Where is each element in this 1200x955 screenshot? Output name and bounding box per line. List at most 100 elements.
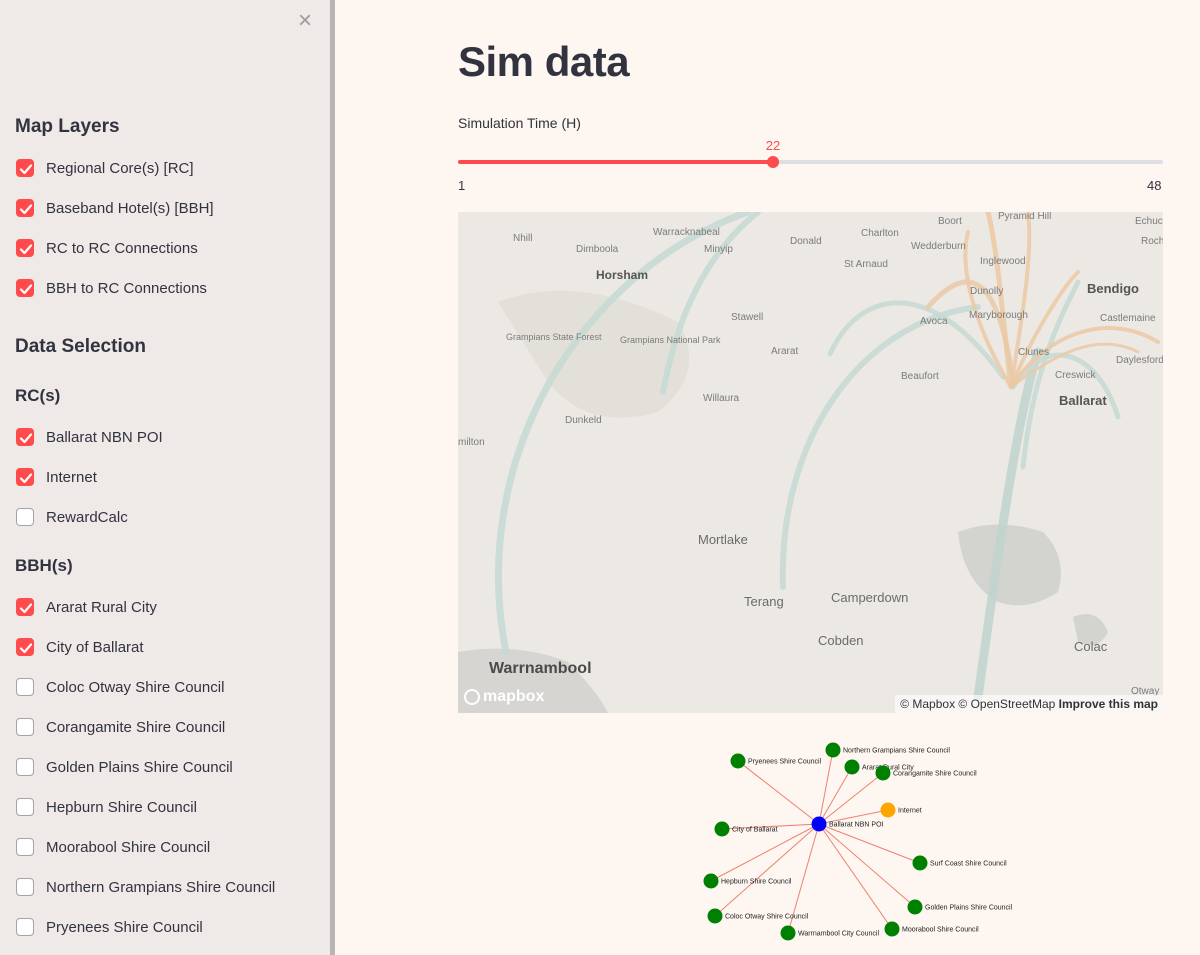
page-title: Sim data — [458, 38, 630, 85]
network-node[interactable] — [912, 855, 928, 871]
checkbox-unchecked-icon[interactable] — [16, 508, 34, 526]
town-label: Nhill — [513, 233, 532, 244]
slider-label: Simulation Time (H) — [458, 115, 581, 131]
town-label: Willaura — [703, 393, 740, 404]
checkbox-unchecked-icon[interactable] — [16, 878, 34, 896]
checkbox-label: Ararat Rural City — [46, 598, 157, 616]
checkbox-bbh-to-rc-connections[interactable]: BBH to RC Connections — [16, 276, 207, 300]
network-node[interactable] — [780, 925, 796, 941]
network-node-label: Pryenees Shire Council — [748, 759, 822, 766]
town-label: Wedderburn — [911, 241, 966, 252]
town-label: Colac — [1074, 639, 1108, 654]
improve-map-link[interactable]: Improve this map — [1059, 697, 1158, 711]
connection-arc — [973, 347, 1043, 702]
checkbox-corangamite-shire-council[interactable]: Corangamite Shire Council — [16, 715, 225, 739]
town-label: Beaufort — [901, 371, 939, 382]
slider-value: 22 — [765, 138, 781, 153]
checkbox-internet[interactable]: Internet — [16, 465, 97, 489]
network-nodes: Northern Grampians Shire Council Pryenees… — [703, 742, 1013, 941]
town-label: Warrnambool — [489, 660, 592, 677]
mapbox-logo-text: mapbox — [483, 688, 545, 705]
town-label: Ballarat — [1059, 393, 1107, 408]
checkbox-unchecked-icon[interactable] — [16, 718, 34, 736]
simulation-time-slider[interactable]: 22 — [458, 138, 1163, 168]
mapbox-logo: mapbox — [464, 688, 544, 706]
checkbox-baseband-hotel-s-bbh[interactable]: Baseband Hotel(s) [BBH] — [16, 196, 214, 220]
checkbox-unchecked-icon[interactable] — [16, 838, 34, 856]
network-node-label: Surf Coast Shire Council — [930, 861, 1007, 868]
checkbox-checked-icon[interactable] — [16, 428, 34, 446]
bbh-heading: BBH(s) — [15, 556, 73, 575]
rc-heading: RC(s) — [15, 386, 61, 405]
town-label: Echuca — [1135, 216, 1163, 227]
sidebar-scrollbar[interactable] — [330, 0, 335, 955]
slider-max-label: 48 — [1147, 178, 1162, 193]
network-edge — [818, 823, 921, 864]
map-attribution: © Mapbox © OpenStreetMap Improve this ma… — [895, 695, 1163, 713]
network-node-label: Warrnambool City Council — [798, 931, 879, 938]
town-label: Dimboola — [576, 244, 619, 255]
network-node[interactable] — [730, 753, 746, 769]
checkbox-unchecked-icon[interactable] — [16, 798, 34, 816]
checkbox-label: BBH to RC Connections — [46, 279, 207, 297]
checkbox-ararat-rural-city[interactable]: Ararat Rural City — [16, 595, 157, 619]
network-node[interactable] — [844, 759, 860, 775]
checkbox-pryenees-shire-council[interactable]: Pryenees Shire Council — [16, 915, 203, 939]
checkbox-moorabool-shire-council[interactable]: Moorabool Shire Council — [16, 835, 210, 859]
map[interactable]: Nhill Warracknabeal Donald Charlton Boor… — [458, 212, 1163, 713]
network-node[interactable] — [825, 742, 841, 758]
checkbox-checked-icon[interactable] — [16, 159, 34, 177]
town-label: Stawell — [731, 312, 763, 323]
town-label: Terang — [744, 594, 784, 609]
checkbox-unchecked-icon[interactable] — [16, 918, 34, 936]
checkbox-label: Moorabool Shire Council — [46, 838, 211, 856]
checkbox-checked-icon[interactable] — [16, 199, 34, 217]
town-label: Boort — [938, 216, 962, 227]
checkbox-northern-grampians-shire-council[interactable]: Northern Grampians Shire Council — [16, 875, 275, 899]
checkbox-hepburn-shire-council[interactable]: Hepburn Shire Council — [16, 795, 197, 819]
checkbox-unchecked-icon[interactable] — [16, 758, 34, 776]
checkbox-rc-to-rc-connections[interactable]: RC to RC Connections — [16, 236, 198, 260]
network-node[interactable] — [703, 873, 719, 889]
town-label: Minyip — [704, 244, 733, 255]
network-node[interactable] — [884, 921, 900, 937]
checkbox-coloc-otway-shire-council[interactable]: Coloc Otway Shire Council — [16, 675, 224, 699]
town-label: Rochester — [1141, 236, 1163, 247]
checkbox-checked-icon[interactable] — [16, 638, 34, 656]
checkbox-unchecked-icon[interactable] — [16, 678, 34, 696]
network-edge — [818, 772, 884, 825]
checkbox-checked-icon[interactable] — [16, 598, 34, 616]
network-node[interactable] — [875, 765, 891, 781]
network-node-label: Internet — [898, 808, 922, 815]
checkbox-ballarat-nbn-poi[interactable]: Ballarat NBN POI — [16, 425, 163, 449]
checkbox-checked-icon[interactable] — [16, 468, 34, 486]
network-graph[interactable]: Northern Grampians Shire Council Pryenees… — [690, 738, 1030, 943]
network-node[interactable] — [707, 908, 723, 924]
checkbox-golden-plains-shire-council[interactable]: Golden Plains Shire Council — [16, 755, 233, 779]
checkbox-checked-icon[interactable] — [16, 279, 34, 297]
close-sidebar-icon[interactable]: × — [294, 9, 316, 33]
network-node-label: Coloc Otway Shire Council — [725, 914, 809, 921]
checkbox-rewardcalc[interactable]: RewardCalc — [16, 505, 128, 529]
town-label: Clunes — [1018, 347, 1049, 358]
checkbox-checked-icon[interactable] — [16, 239, 34, 257]
town-label: Inglewood — [980, 256, 1026, 267]
network-node[interactable] — [811, 816, 827, 832]
connection-arcs — [495, 212, 1160, 702]
checkbox-regional-core-s-rc[interactable]: Regional Core(s) [RC] — [16, 156, 194, 180]
checkbox-label: Northern Grampians Shire Council — [46, 878, 276, 896]
network-node-label: Moorabool Shire Council — [902, 927, 979, 934]
lake-area — [958, 524, 1061, 606]
network-node[interactable] — [880, 802, 896, 818]
attribution-text[interactable]: © Mapbox © OpenStreetMap — [900, 697, 1055, 711]
town-label: Daylesford — [1116, 355, 1163, 366]
town-label: Cobden — [818, 633, 864, 648]
network-node[interactable] — [714, 821, 730, 837]
checkbox-label: City of Ballarat — [46, 638, 144, 656]
checkbox-label: Pryenees Shire Council — [46, 918, 203, 936]
network-node[interactable] — [907, 899, 923, 915]
checkbox-city-of-ballarat[interactable]: City of Ballarat — [16, 635, 144, 659]
network-edge — [818, 823, 893, 930]
slider-thumb[interactable] — [767, 156, 779, 168]
network-node-label: Northern Grampians Shire Council — [843, 748, 950, 755]
